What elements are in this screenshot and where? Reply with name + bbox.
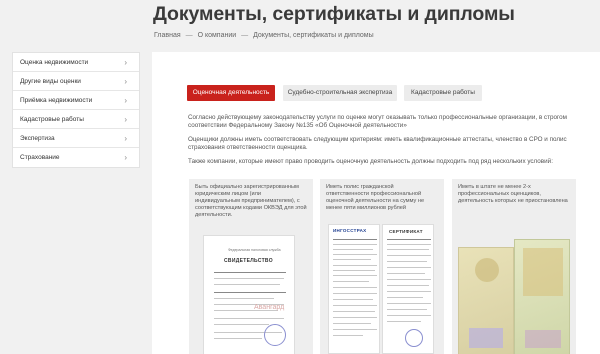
tab-construction-expertise[interactable]: Судебно-строительная экспертиза xyxy=(283,85,397,101)
intro-paragraph: Согласно действующему законодательству у… xyxy=(188,114,567,130)
doc-caption: Федеральная налоговая служба xyxy=(228,248,281,252)
page-title: Документы, сертификаты и дипломы xyxy=(153,3,515,25)
condition-card-text: Иметь полис гражданской ответственности … xyxy=(326,184,425,211)
insurance-policy-image[interactable]: ИНГОССТРАХ СЕРТИФИКАТ xyxy=(328,224,434,354)
conditions-paragraph: Также компании, которые имеют право пров… xyxy=(188,158,553,165)
stamp-icon xyxy=(264,324,286,346)
stamp-icon xyxy=(405,329,423,347)
sidebar-item-label: Приёмка недвижимости xyxy=(20,97,93,104)
chevron-right-icon: › xyxy=(124,153,127,162)
tab-valuation[interactable]: Оценочная деятельность xyxy=(187,85,275,101)
sidebar-item-label: Другие виды оценки xyxy=(20,78,81,85)
criteria-paragraph: Оценщики должны иметь соответствовать сл… xyxy=(188,136,567,152)
condition-card: Иметь полис гражданской ответственности … xyxy=(320,179,444,354)
breadcrumb-home[interactable]: Главная xyxy=(154,32,181,39)
condition-card: Быть официально зарегистрированным юриди… xyxy=(189,179,313,354)
registration-certificate-image[interactable]: Федеральная налоговая служба СВИДЕТЕЛЬСТ… xyxy=(203,235,295,354)
chevron-right-icon: › xyxy=(124,77,127,86)
sidebar-item-expertise[interactable]: Экспертиза › xyxy=(13,129,139,148)
breadcrumb-current: Документы, сертификаты и дипломы xyxy=(253,32,374,39)
doc-title: СЕРТИФИКАТ xyxy=(389,229,423,234)
sidebar-item-label: Страхование xyxy=(20,154,60,161)
sidebar-item-insurance[interactable]: Страхование › xyxy=(13,148,139,167)
sidebar-item-property-valuation[interactable]: Оценка недвижимости › xyxy=(13,53,139,72)
condition-card: Иметь в штате не менее 2-х профессиональ… xyxy=(452,179,576,354)
sidebar-item-cadastral-works[interactable]: Кадастровые работы › xyxy=(13,110,139,129)
sidebar-item-label: Кадастровые работы xyxy=(20,116,84,123)
sidebar-item-other-valuation[interactable]: Другие виды оценки › xyxy=(13,72,139,91)
breadcrumb: Главная — О компании — Документы, сертиф… xyxy=(154,32,377,39)
breadcrumb-about[interactable]: О компании xyxy=(198,32,237,39)
chevron-right-icon: › xyxy=(124,115,127,124)
condition-card-text: Быть официально зарегистрированным юриди… xyxy=(195,184,307,218)
breadcrumb-separator: — xyxy=(241,32,249,39)
sidebar-item-label: Оценка недвижимости xyxy=(20,59,89,66)
main-content: Оценочная деятельность Судебно-строитель… xyxy=(152,52,600,354)
breadcrumb-separator: — xyxy=(185,32,193,39)
watermark: Авангард xyxy=(254,304,285,311)
chevron-right-icon: › xyxy=(124,96,127,105)
chevron-right-icon: › xyxy=(124,134,127,143)
sidebar-menu: Оценка недвижимости › Другие виды оценки… xyxy=(12,52,140,168)
condition-card-text: Иметь в штате не менее 2-х профессиональ… xyxy=(458,184,568,204)
appraiser-diplomas-image[interactable] xyxy=(458,239,570,354)
doc-brand: ИНГОССТРАХ xyxy=(333,228,367,233)
doc-title: СВИДЕТЕЛЬСТВО xyxy=(224,258,273,264)
sidebar-item-property-acceptance[interactable]: Приёмка недвижимости › xyxy=(13,91,139,110)
sidebar-item-label: Экспертиза xyxy=(20,135,55,142)
page: Документы, сертификаты и дипломы Главная… xyxy=(0,0,600,354)
tab-cadastral-works[interactable]: Кадастровые работы xyxy=(404,85,482,101)
chevron-right-icon: › xyxy=(124,58,127,67)
